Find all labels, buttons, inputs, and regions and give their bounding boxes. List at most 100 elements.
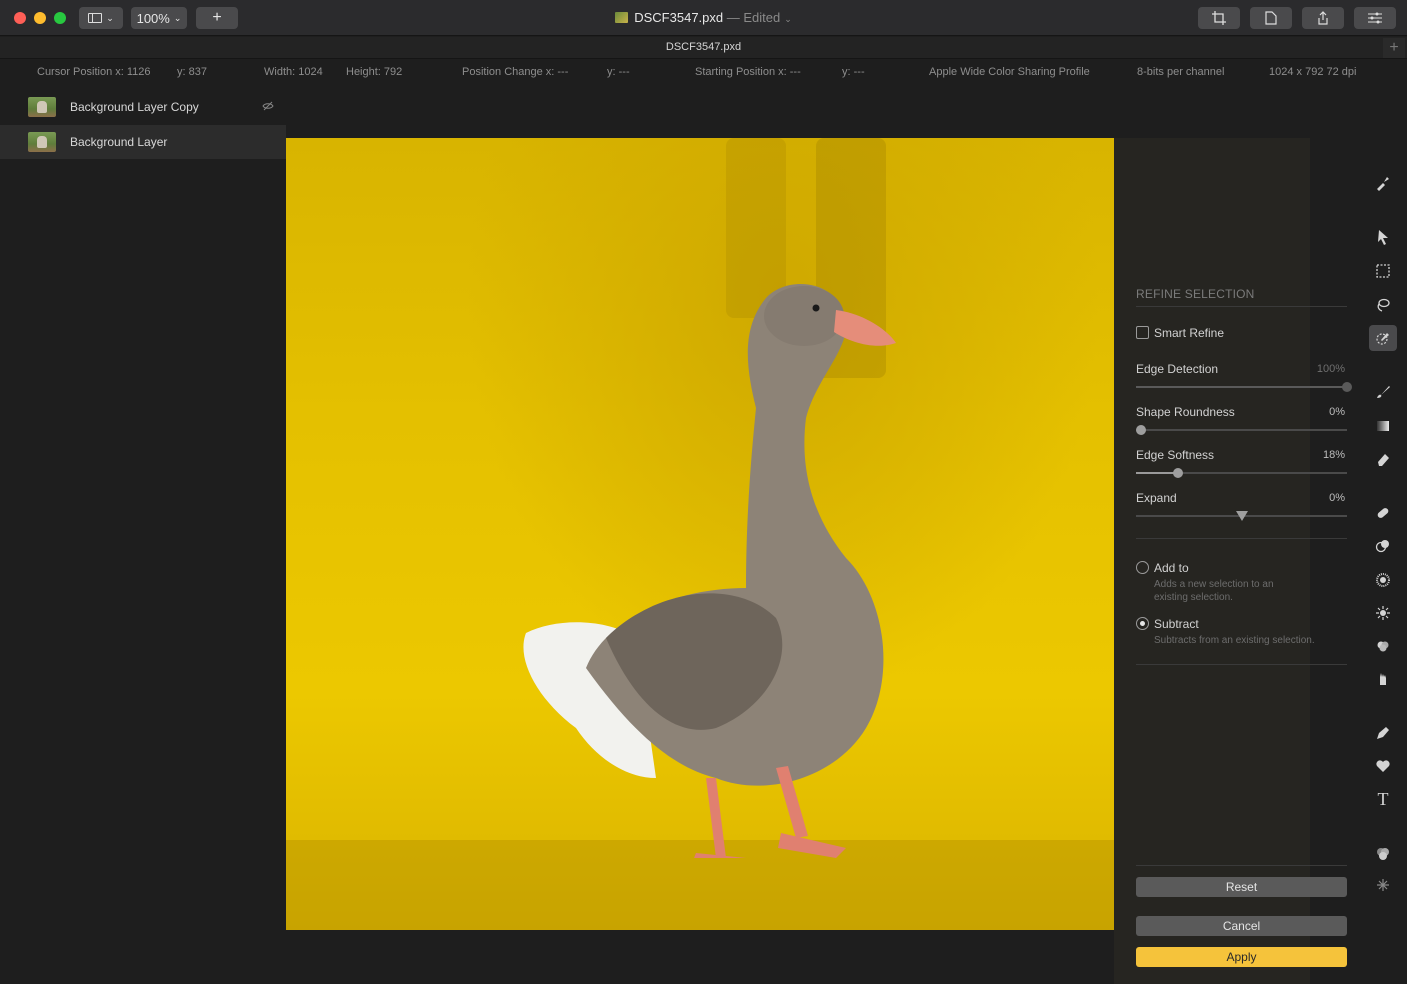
refine-selection-tool[interactable] — [1369, 325, 1397, 351]
adjust-settings-button[interactable] — [1354, 7, 1396, 29]
shape-roundness-value: 0% — [1329, 406, 1345, 418]
apply-button[interactable]: Apply — [1136, 947, 1347, 967]
expand-slider[interactable] — [1136, 511, 1347, 521]
arrange-tool[interactable] — [1369, 224, 1397, 250]
add-to-radio[interactable] — [1136, 561, 1149, 574]
add-to-label: Add to — [1154, 561, 1189, 575]
clone-icon — [1375, 540, 1389, 553]
expand-label: Expand — [1136, 491, 1177, 505]
layer-row[interactable]: Background Layer Copy — [0, 90, 286, 124]
layer-thumbnail — [28, 97, 56, 117]
layer-thumbnail — [28, 132, 56, 152]
shape-roundness-label: Shape Roundness — [1136, 405, 1235, 419]
title-bar: ⌄ 100% ⌄ + DSCF3547.pxd — Edited ⌄ — [0, 0, 1407, 36]
smart-refine-label: Smart Refine — [1154, 326, 1225, 340]
heal-icon — [1377, 508, 1389, 518]
subtract-description: Subtracts from an existing selection. — [1154, 635, 1315, 646]
gradient-icon — [1377, 421, 1389, 431]
cursor-position-x: Cursor Position x: 1126 — [37, 66, 151, 78]
gradient-tool[interactable] — [1369, 413, 1397, 439]
shape-tool[interactable] — [1369, 753, 1397, 779]
add-to-description: Adds a new selection to an existing sele… — [1154, 579, 1274, 603]
info-bar: Cursor Position x: 1126 y: 837 Width: 10… — [0, 60, 1407, 86]
effects-tool[interactable] — [1369, 872, 1397, 898]
cursor-position-y: y: 837 — [177, 66, 207, 78]
clone-tool[interactable] — [1369, 533, 1397, 559]
sliders-icon — [1368, 12, 1382, 24]
heal-tool[interactable] — [1369, 500, 1397, 526]
edge-softness-slider[interactable] — [1136, 468, 1347, 478]
starting-position-x: Starting Position x: --- — [695, 66, 801, 78]
reset-button[interactable]: Reset — [1136, 877, 1347, 897]
hidden-eye-icon[interactable] — [262, 101, 274, 114]
image-height: Height: 792 — [346, 66, 403, 78]
pen-tool[interactable] — [1369, 720, 1397, 746]
layer-name: Background Layer — [70, 135, 168, 149]
type-tool[interactable]: T — [1369, 786, 1397, 812]
share-button[interactable] — [1302, 7, 1344, 29]
document-name: DSCF3547.pxd — [634, 10, 724, 25]
pen-icon — [1377, 727, 1389, 739]
image-canvas[interactable] — [286, 138, 1114, 930]
edge-detection-value: 100% — [1316, 363, 1345, 375]
slider-knob[interactable] — [1342, 382, 1352, 392]
subtract-label: Subtract — [1154, 617, 1199, 631]
dodge-tool[interactable] — [1369, 600, 1397, 626]
sponge-tool[interactable] — [1369, 633, 1397, 659]
effects-icon — [1377, 879, 1389, 891]
quick-actions-icon — [1377, 177, 1389, 191]
blur-tool[interactable] — [1369, 567, 1397, 593]
smart-refine-checkbox[interactable] — [1136, 326, 1149, 339]
plus-icon: + — [1389, 39, 1399, 56]
layer-name: Background Layer Copy — [70, 100, 199, 114]
bit-depth: 8-bits per channel — [1137, 66, 1225, 78]
tab-bar: DSCF3547.pxd + — [0, 37, 1407, 59]
edge-detection-slider[interactable] — [1136, 382, 1352, 392]
cancel-button[interactable]: Cancel — [1136, 916, 1347, 936]
paint-brush-tool[interactable] — [1369, 379, 1397, 405]
new-tab-button[interactable]: + — [1383, 38, 1405, 58]
layer-row[interactable]: Background Layer — [0, 125, 286, 159]
slider-knob[interactable] — [1235, 511, 1248, 521]
lasso-tool[interactable] — [1369, 292, 1397, 318]
tools-toolbar: T — [1360, 86, 1407, 984]
sponge-icon — [1377, 641, 1389, 652]
share-icon — [1318, 11, 1328, 25]
starting-position-y: y: --- — [842, 66, 865, 78]
image-dimensions: 1024 x 792 72 dpi — [1269, 66, 1357, 78]
edge-softness-label: Edge Softness — [1136, 448, 1215, 462]
position-change-y: y: --- — [607, 66, 630, 78]
color-adjust-icon — [1377, 848, 1389, 860]
position-change-x: Position Change x: --- — [462, 66, 569, 78]
blur-icon — [1376, 573, 1390, 587]
shape-icon — [1376, 760, 1390, 772]
subtract-radio[interactable] — [1136, 617, 1149, 630]
tab-document[interactable]: DSCF3547.pxd — [0, 41, 1407, 53]
eraser-tool[interactable] — [1369, 446, 1397, 472]
type-icon: T — [1377, 788, 1389, 809]
goose-photo — [523, 284, 896, 858]
layers-panel: Background Layer Copy Background Layer — [0, 90, 286, 984]
dodge-icon — [1376, 606, 1390, 620]
shape-roundness-slider[interactable] — [1136, 425, 1347, 435]
image-width: Width: 1024 — [264, 66, 323, 78]
document-title: DSCF3547.pxd — Edited ⌄ — [0, 10, 1407, 25]
page-icon — [1265, 11, 1277, 25]
document-button[interactable] — [1250, 7, 1292, 29]
smudge-tool[interactable] — [1369, 666, 1397, 692]
eraser-icon — [1378, 454, 1389, 466]
lasso-icon — [1377, 298, 1390, 312]
edge-detection-label: Edge Detection — [1136, 362, 1219, 376]
rect-select-tool[interactable] — [1369, 258, 1397, 284]
paint-brush-icon — [1377, 386, 1390, 398]
edge-softness-value: 18% — [1322, 449, 1345, 461]
rect-select-icon — [1376, 264, 1390, 278]
arrange-icon — [1378, 230, 1388, 245]
color-profile: Apple Wide Color Sharing Profile — [929, 66, 1090, 78]
crop-button[interactable] — [1198, 7, 1240, 29]
color-adjust-tool[interactable] — [1369, 841, 1397, 867]
document-icon — [615, 12, 629, 23]
refine-brush-icon — [1376, 333, 1389, 345]
quick-actions-tool[interactable] — [1369, 170, 1397, 196]
chevron-down-icon[interactable]: ⌄ — [784, 14, 792, 24]
